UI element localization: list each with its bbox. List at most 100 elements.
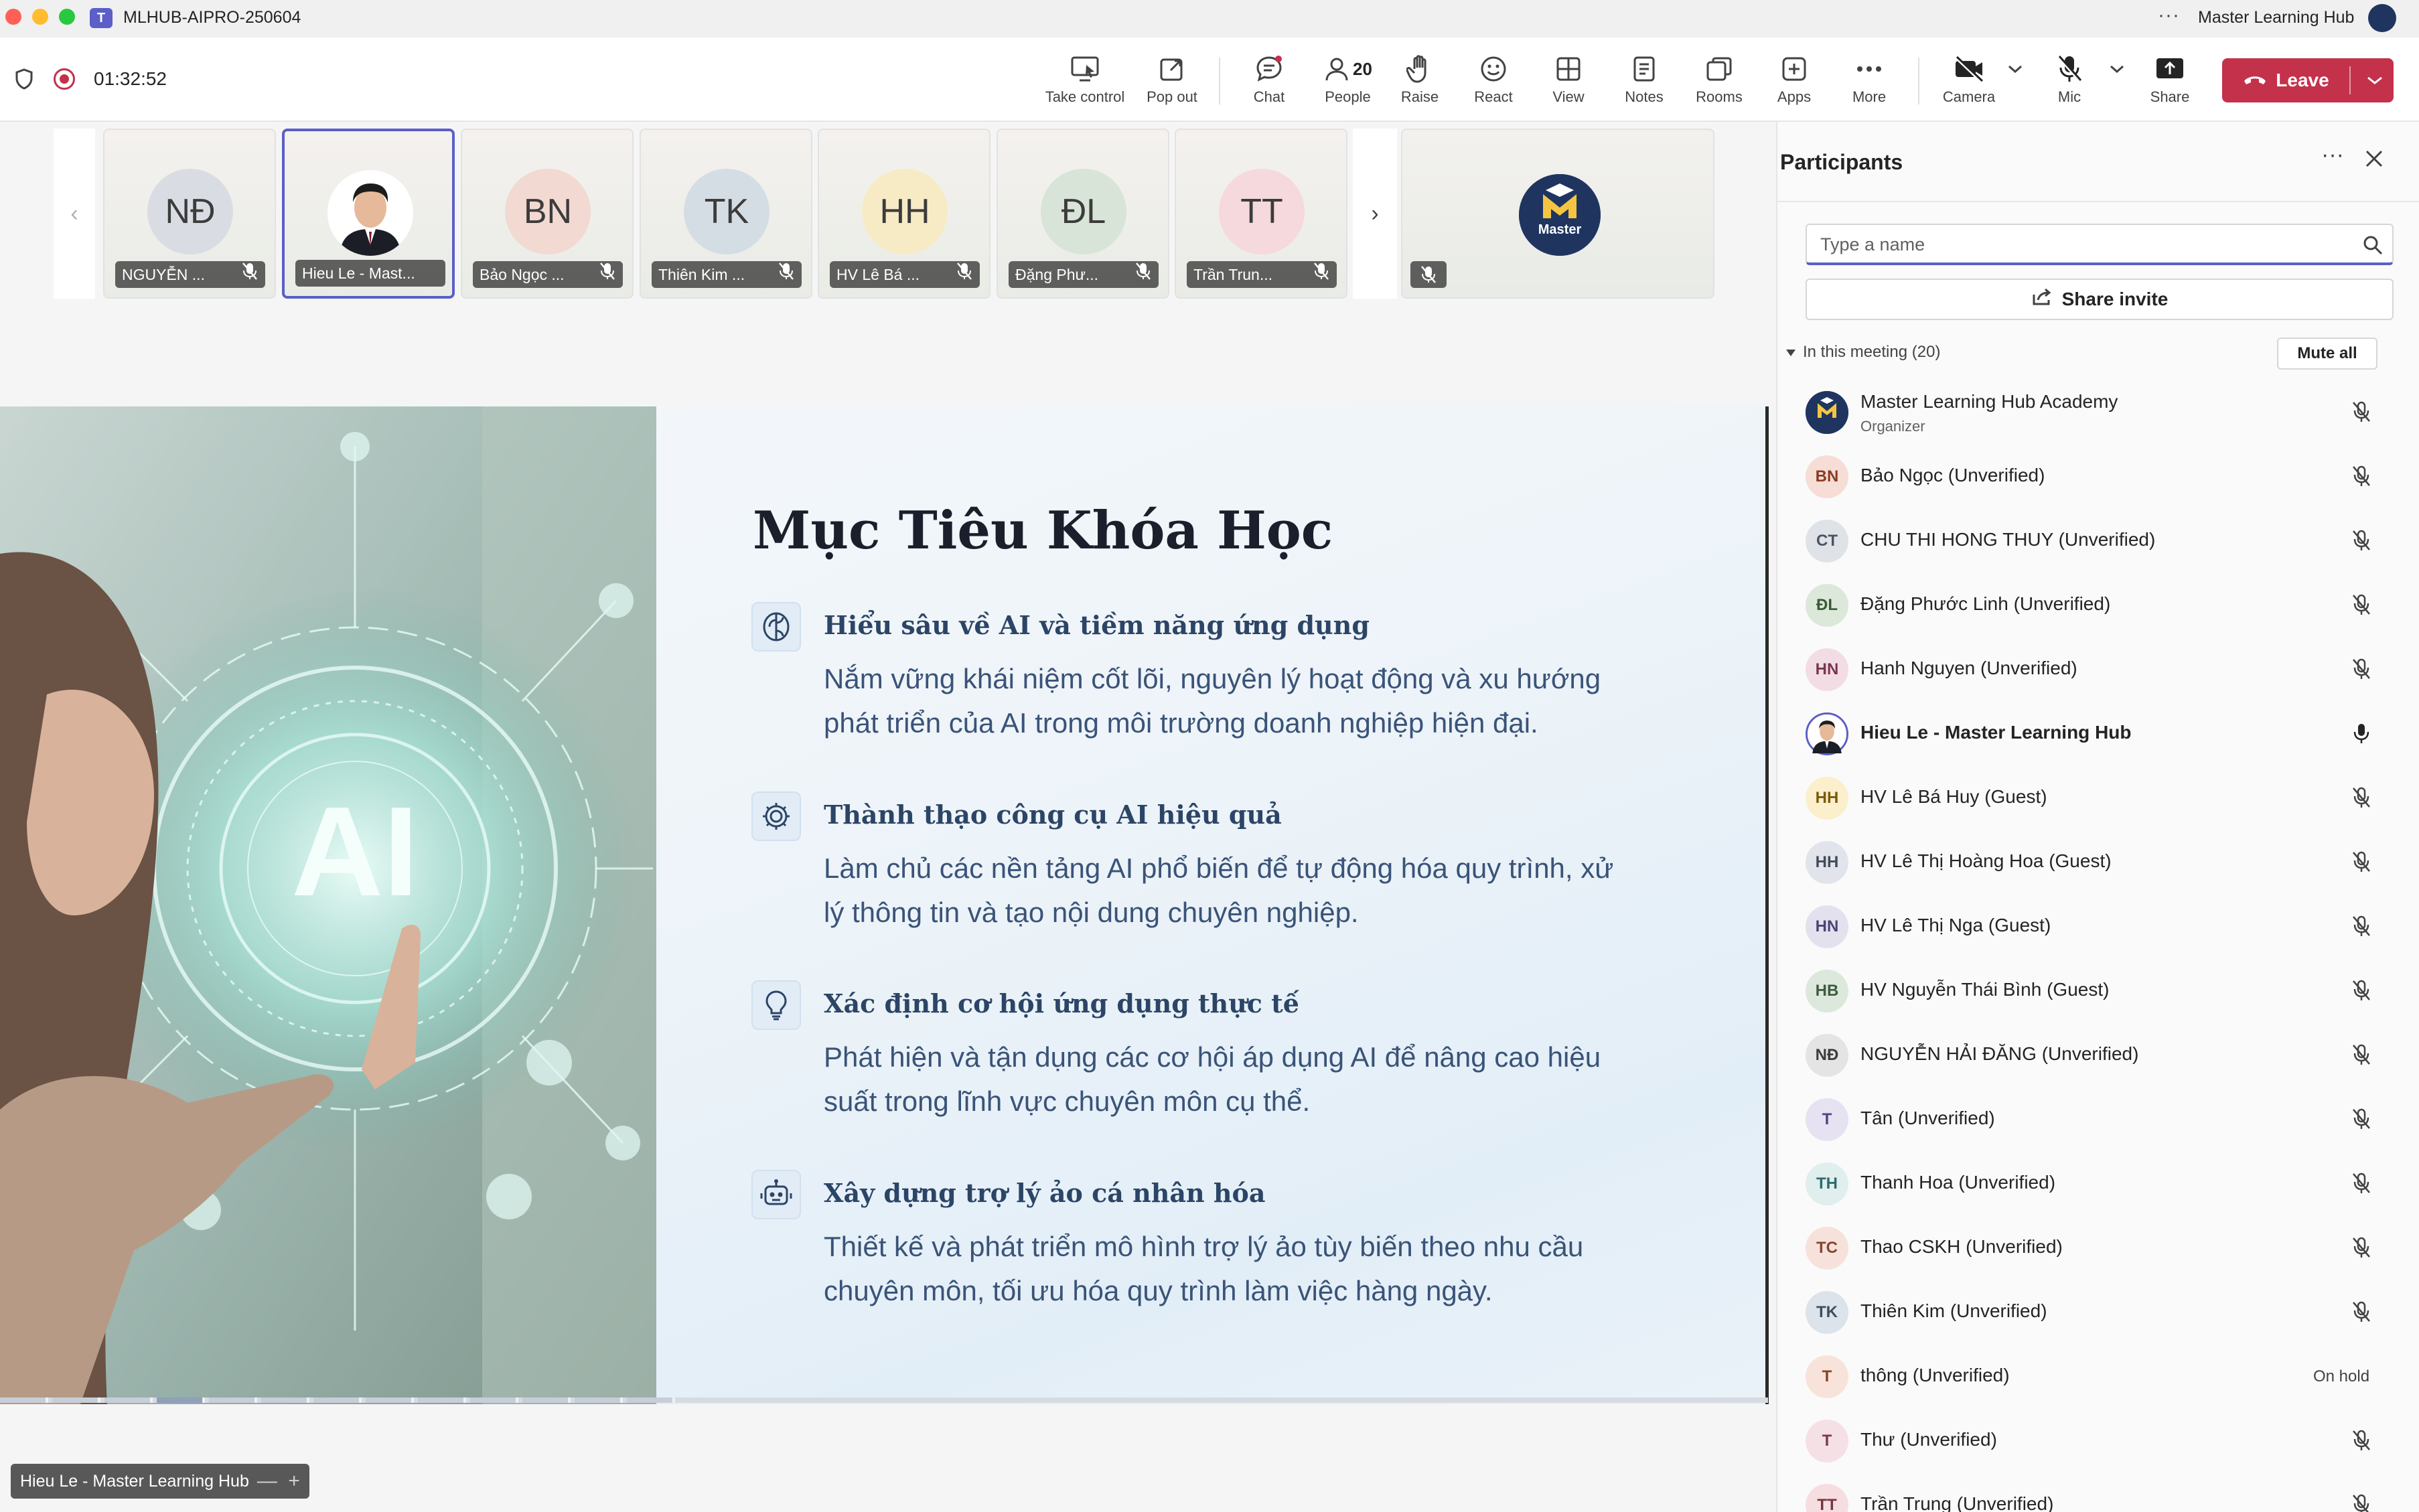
participant-row[interactable]: Tthông (Unverified) On hold [1777,1346,2419,1410]
leave-button[interactable]: Leave [2222,58,2394,102]
slide-progress-segment[interactable] [313,1397,362,1403]
participant-row[interactable]: ĐL Đặng Phước Linh (Unverified) [1777,575,2419,639]
shield-icon[interactable] [15,68,33,93]
slide-progress-segment[interactable] [209,1397,257,1403]
mic-off-icon[interactable] [2351,658,2372,684]
participant-row[interactable]: HH HV Lê Thị Hoàng Hoa (Guest) [1777,832,2419,896]
close-icon[interactable] [2364,149,2384,172]
share-button[interactable]: Share [2140,52,2200,119]
chat-label: Chat [1253,88,1285,105]
participant-name: NGUYỄN HẢI ĐĂNG (Unverified) [1860,1043,2139,1064]
mic-off-icon[interactable] [2351,400,2372,427]
participant-tile[interactable]: TT Trần Trun... [1175,129,1347,299]
slide-progress-segment[interactable] [418,1397,466,1403]
participant-row[interactable]: Master Learning Hub Academy Organizer [1777,382,2419,446]
zoom-window-button[interactable] [59,9,75,25]
slide-progress-segment[interactable] [157,1397,205,1403]
mic-off-icon[interactable] [2351,1493,2372,1512]
participant-row[interactable]: NĐ NGUYỄN HẢI ĐĂNG (Unverified) [1777,1025,2419,1089]
participant-row[interactable]: HB HV Nguyễn Thái Bình (Guest) [1777,960,2419,1025]
participant-row[interactable]: Hieu Le - Master Learning Hub [1777,703,2419,767]
mic-off-icon[interactable] [2351,529,2372,555]
participant-tile-active-speaker[interactable]: Hieu Le - Mast... [282,129,455,299]
mic-off-icon[interactable] [2351,1236,2372,1262]
participant-search-box[interactable] [1806,224,2394,265]
participant-tile[interactable]: BN Bảo Ngọc ... [461,129,634,299]
minimize-window-button[interactable] [32,9,48,25]
participant-tile[interactable]: NĐ NGUYỄN ... [103,129,276,299]
rooms-button[interactable]: Rooms [1689,52,1749,119]
mute-all-button[interactable]: Mute all [2277,337,2377,370]
search-icon[interactable] [2363,235,2383,258]
participant-tile[interactable]: HH HV Lê Bá ... [818,129,991,299]
mic-off-icon[interactable] [2351,593,2372,619]
slide-progress-segment[interactable] [627,1397,675,1403]
zoom-out-button[interactable]: — [257,1464,277,1499]
mic-off-icon[interactable] [2351,850,2372,877]
participant-row[interactable]: CT CHU THI HONG THUY (Unverified) [1777,510,2419,575]
slide-progress-segment[interactable] [470,1397,518,1403]
apps-button[interactable]: Apps [1764,52,1824,119]
mic-off-icon[interactable] [2351,1108,2372,1134]
mic-on-icon[interactable] [2351,722,2372,748]
pop-out-button[interactable]: Pop out [1139,52,1205,119]
slide-progress-segment[interactable] [366,1397,414,1403]
slide-progress-segment[interactable] [522,1397,571,1403]
mic-off-icon[interactable] [2351,1172,2372,1198]
participant-name: Hanh Nguyen (Unverified) [1860,658,2077,678]
participant-row[interactable]: TK Thiên Kim (Unverified) [1777,1282,2419,1346]
mic-button[interactable]: Mic [2036,52,2103,119]
participant-tile[interactable]: TK Thiên Kim ... [640,129,812,299]
mic-off-icon[interactable] [2351,915,2372,941]
leave-main[interactable]: Leave [2222,58,2349,102]
raise-hand-button[interactable]: Raise [1390,52,1450,119]
slide-progress-segment[interactable] [104,1397,153,1403]
participant-tile[interactable]: ĐL Đặng Phư... [997,129,1169,299]
mic-off-icon[interactable] [2351,979,2372,1005]
slide-progress-segment[interactable] [575,1397,623,1403]
participant-row[interactable]: HN Hanh Nguyen (Unverified) [1777,639,2419,703]
mic-off-icon[interactable] [2351,1300,2372,1327]
in-meeting-section-toggle[interactable]: In this meeting (20) [1785,343,1940,362]
participant-search-input[interactable] [1820,233,2329,256]
mic-options-chevron[interactable] [2106,52,2128,119]
participant-row[interactable]: TH Thanh Hoa (Unverified) [1777,1153,2419,1217]
view-button[interactable]: View [1538,52,1599,119]
notes-button[interactable]: Notes [1614,52,1674,119]
slide-progress-segment[interactable] [0,1397,48,1403]
mic-off-icon[interactable] [2351,465,2372,491]
react-button[interactable]: React [1463,52,1524,119]
participant-row[interactable]: TC Thao CSKH (Unverified) [1777,1217,2419,1282]
slide-progress-segment[interactable] [52,1397,100,1403]
camera-button[interactable]: Camera [1935,52,2002,119]
zoom-in-button[interactable]: + [288,1464,300,1499]
goal-description-line: suất trong lĩnh vực chuyên môn cụ thể. [824,1085,1311,1117]
more-options-icon[interactable]: ··· [2158,4,2180,27]
gallery-next-button[interactable]: › [1353,129,1397,299]
participant-row[interactable]: HN HV Lê Thị Nga (Guest) [1777,896,2419,960]
camera-options-chevron[interactable] [2004,52,2027,119]
more-button[interactable]: More [1839,52,1899,119]
participant-row[interactable]: HH HV Lê Bá Huy (Guest) [1777,767,2419,832]
close-window-button[interactable] [5,9,21,25]
share-invite-button[interactable]: Share invite [1806,279,2394,320]
participant-avatar: BN [505,169,591,254]
chat-button[interactable]: Chat [1239,52,1299,119]
slide-progress-segment[interactable] [261,1397,309,1403]
participant-row[interactable]: TT Trần Trung (Unverified) [1777,1475,2419,1512]
gallery-prev-button[interactable]: ‹ [54,129,95,299]
participant-row[interactable]: T Thư (Unverified) [1777,1410,2419,1475]
mic-off-icon[interactable] [2351,1429,2372,1455]
participant-row[interactable]: BN Bảo Ngọc (Unverified) [1777,446,2419,510]
take-control-button[interactable]: Take control [1038,52,1132,119]
participant-name: HV Lê Thị Hoàng Hoa (Guest) [1860,850,2112,871]
account-avatar[interactable] [2368,4,2396,32]
organizer-tile[interactable]: Master [1401,129,1714,299]
leave-options-chevron[interactable] [2356,58,2394,102]
mic-off-icon[interactable] [2351,786,2372,812]
people-button[interactable]: 20 People [1309,52,1386,119]
mic-off-icon[interactable] [2351,1043,2372,1069]
panel-more-options-button[interactable]: ··· [2321,142,2344,168]
participant-row[interactable]: T Tân (Unverified) [1777,1089,2419,1153]
mic-off-icon [241,262,259,284]
